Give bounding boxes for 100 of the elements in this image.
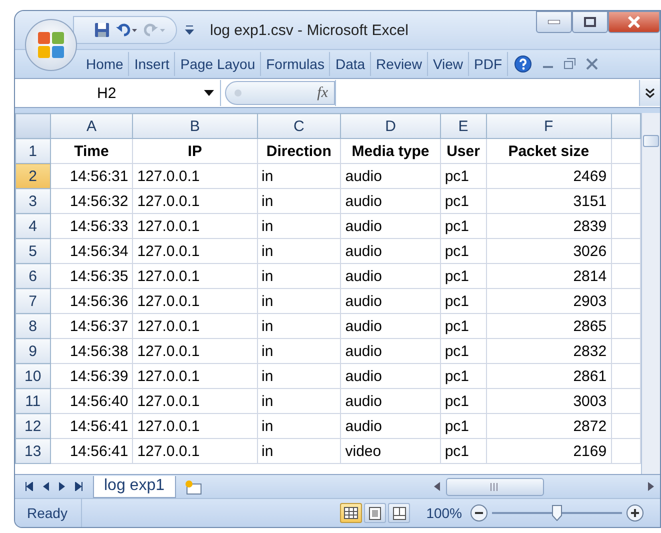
table-cell: audio bbox=[340, 314, 440, 338]
maximize-icon bbox=[584, 17, 596, 27]
undo-icon[interactable] bbox=[116, 23, 138, 37]
table-cell: 14:56:38 bbox=[50, 338, 133, 364]
office-logo-icon bbox=[37, 31, 65, 59]
table-cell: in bbox=[257, 414, 341, 438]
table-cell: 14:56:41 bbox=[50, 438, 133, 464]
row-header[interactable]: 7 bbox=[16, 288, 50, 314]
table-cell: pc1 bbox=[440, 238, 486, 264]
row-header[interactable]: 12 bbox=[16, 414, 50, 438]
table-cell: 127.0.0.1 bbox=[132, 188, 258, 214]
restore-icon[interactable] bbox=[564, 58, 576, 70]
column-header[interactable]: C bbox=[257, 114, 341, 138]
insert-function-button[interactable]: fx bbox=[225, 81, 335, 105]
table-cell: 127.0.0.1 bbox=[132, 438, 258, 464]
table-cell: 2839 bbox=[486, 214, 612, 238]
row-header[interactable]: 3 bbox=[16, 188, 50, 214]
table-cell: 127.0.0.1 bbox=[132, 364, 258, 388]
expand-button[interactable] bbox=[639, 80, 660, 106]
zoom-level: 100% bbox=[426, 505, 462, 521]
table-cell: pc1 bbox=[440, 364, 486, 388]
column-header[interactable]: E bbox=[440, 114, 486, 138]
page-icon bbox=[369, 506, 382, 520]
table-cell: audio bbox=[340, 388, 440, 414]
row-header[interactable]: 5 bbox=[16, 238, 50, 264]
table-cell: in bbox=[257, 238, 341, 264]
table-cell: 2861 bbox=[486, 364, 612, 388]
ribbon-tab[interactable]: Data bbox=[330, 52, 372, 76]
table-cell: in bbox=[257, 364, 341, 388]
table-cell: in bbox=[257, 188, 341, 214]
row-header[interactable]: 1 bbox=[16, 138, 50, 164]
table-cell: audio bbox=[340, 364, 440, 388]
close-icon bbox=[627, 16, 641, 28]
slider-thumb[interactable] bbox=[552, 505, 562, 521]
table-cell: pc1 bbox=[440, 414, 486, 438]
table-cell: 2872 bbox=[486, 414, 612, 438]
table-cell: 14:56:33 bbox=[50, 214, 133, 238]
ribbon-tab[interactable]: View bbox=[428, 52, 470, 76]
row-header[interactable]: 11 bbox=[16, 388, 50, 414]
ribbon-tab[interactable]: Page Layou bbox=[175, 52, 262, 76]
first-sheet-icon[interactable] bbox=[25, 482, 33, 491]
scroll-right-icon[interactable] bbox=[648, 482, 654, 491]
maximize-button[interactable] bbox=[572, 11, 608, 33]
table-cell: 3151 bbox=[486, 188, 612, 214]
next-sheet-icon[interactable] bbox=[59, 482, 65, 491]
column-header[interactable]: B bbox=[132, 114, 258, 138]
table-cell: 14:56:31 bbox=[50, 164, 133, 188]
column-header[interactable]: F bbox=[486, 114, 612, 138]
last-sheet-icon[interactable] bbox=[75, 482, 83, 491]
table-cell: 127.0.0.1 bbox=[132, 314, 258, 338]
table-cell: 14:56:40 bbox=[50, 388, 133, 414]
table-cell: 14:56:39 bbox=[50, 364, 133, 388]
expand-icon bbox=[645, 88, 655, 98]
column-header[interactable]: D bbox=[340, 114, 440, 138]
dot-icon bbox=[234, 89, 242, 97]
row-header[interactable]: 10 bbox=[16, 364, 50, 388]
row-header[interactable]: 4 bbox=[16, 214, 50, 238]
row-header[interactable]: 13 bbox=[16, 438, 50, 464]
row-header[interactable]: 2 bbox=[16, 164, 50, 188]
table-cell: 2814 bbox=[486, 264, 612, 288]
row-header[interactable]: 6 bbox=[16, 264, 50, 288]
table-cell: pc1 bbox=[440, 214, 486, 238]
ribbon-tab[interactable]: Home bbox=[81, 52, 130, 76]
table-cell: 2469 bbox=[486, 164, 612, 188]
customize-icon[interactable] bbox=[185, 25, 194, 35]
ribbon-tab[interactable]: Review bbox=[371, 52, 428, 76]
insert-sheet-icon[interactable] bbox=[184, 478, 204, 494]
table-cell: 14:56:36 bbox=[50, 288, 133, 314]
name-box[interactable]: H2 bbox=[15, 80, 221, 106]
table-cell: 127.0.0.1 bbox=[132, 388, 258, 414]
table-cell: audio bbox=[340, 238, 440, 264]
table-cell: audio bbox=[340, 164, 440, 188]
ribbon-tab[interactable]: PDF bbox=[469, 52, 508, 76]
table-cell: Direction bbox=[257, 138, 341, 164]
sheet-tab[interactable]: log exp1 bbox=[93, 476, 176, 498]
zoom-out-icon[interactable] bbox=[470, 504, 488, 522]
scroll-left-icon[interactable] bbox=[434, 482, 440, 491]
minimize-icon bbox=[548, 20, 560, 24]
view-button[interactable] bbox=[340, 503, 362, 523]
table-cell: 14:56:41 bbox=[50, 414, 133, 438]
table-cell: in bbox=[257, 314, 341, 338]
vertical-scrollbar[interactable] bbox=[641, 113, 660, 474]
help-icon[interactable] bbox=[514, 55, 532, 73]
close-icon[interactable] bbox=[586, 58, 598, 70]
view-button[interactable] bbox=[388, 503, 410, 523]
save-icon[interactable] bbox=[94, 22, 110, 38]
row-header[interactable]: 9 bbox=[16, 338, 50, 364]
previous-sheet-icon[interactable] bbox=[43, 482, 49, 491]
ribbon-tab[interactable]: Formulas bbox=[261, 52, 330, 76]
zoom-in-icon[interactable] bbox=[626, 504, 644, 522]
column-header[interactable]: A bbox=[50, 114, 133, 138]
close-button[interactable] bbox=[608, 11, 660, 33]
ribbon-tab[interactable]: Insert bbox=[129, 52, 176, 76]
grid-icon bbox=[344, 507, 358, 519]
dropdown-caret-icon[interactable] bbox=[204, 90, 214, 96]
row-header[interactable]: 8 bbox=[16, 314, 50, 338]
view-button[interactable] bbox=[364, 503, 386, 523]
table-cell: 3026 bbox=[486, 238, 612, 264]
table-cell: pc1 bbox=[440, 288, 486, 314]
window-title: log exp1.csv - Microsoft Excel bbox=[210, 22, 410, 38]
